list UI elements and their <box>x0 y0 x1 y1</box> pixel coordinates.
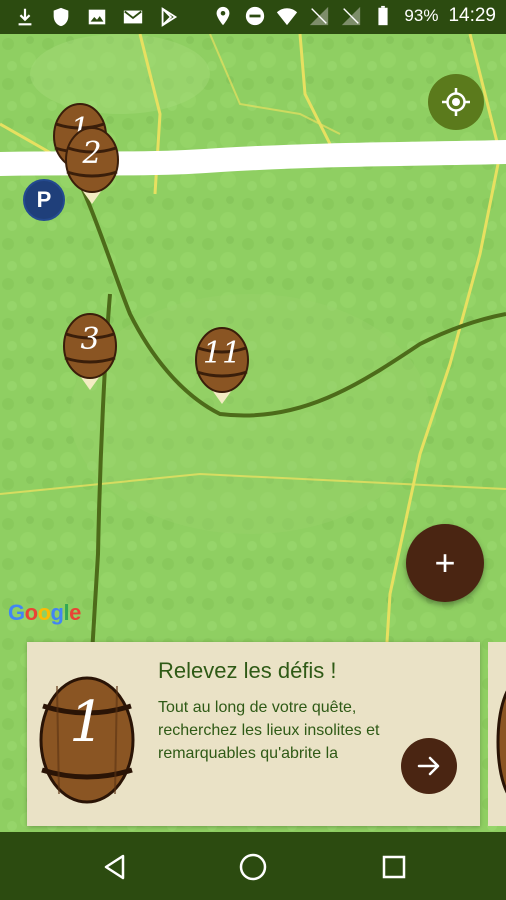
marker-number: 3 <box>80 322 100 357</box>
home-circle-icon <box>239 853 267 881</box>
map-marker[interactable]: 2 <box>60 126 124 206</box>
crosshair-icon <box>442 88 470 116</box>
add-button[interactable]: + <box>406 524 484 602</box>
card-description: Tout au long de votre quête, recherchez … <box>158 699 380 762</box>
recents-button[interactable] <box>377 850 411 884</box>
my-location-button[interactable] <box>428 74 484 130</box>
card-title: Relevez les défis ! <box>158 658 337 683</box>
recents-square-icon <box>382 855 406 879</box>
battery-percent: 93% <box>404 6 439 25</box>
card-barrel-number: 1 <box>69 690 105 755</box>
wifi-icon <box>277 8 298 26</box>
download-icon <box>18 8 32 26</box>
signal-icon <box>342 6 361 26</box>
next-card-peek[interactable] <box>488 642 506 826</box>
battery-icon <box>378 5 389 26</box>
do-not-disturb-icon <box>246 6 265 26</box>
marker-number: 11 <box>202 336 242 371</box>
map-marker[interactable]: 3 <box>58 312 122 392</box>
parking-marker[interactable]: P <box>23 179 65 221</box>
shield-icon <box>53 7 69 27</box>
location-icon <box>217 6 230 26</box>
arrow-right-icon <box>417 756 440 776</box>
mail-icon <box>123 10 143 24</box>
image-icon <box>88 9 106 25</box>
navigation-bar <box>0 832 506 900</box>
barrel-icon <box>496 690 506 794</box>
map-marker[interactable]: 11 <box>190 326 254 406</box>
challenge-card[interactable]: 1 Relevez les défis ! Tout au long de vo… <box>27 642 480 826</box>
back-triangle-icon <box>104 854 125 880</box>
clock: 14:29 <box>448 5 496 26</box>
next-button[interactable] <box>401 738 457 794</box>
play-store-icon <box>161 7 178 27</box>
signal-icon <box>310 6 329 26</box>
back-button[interactable] <box>98 850 132 884</box>
marker-number: 2 <box>82 136 102 171</box>
google-logo: Google <box>8 600 81 625</box>
status-bar: 93% 14:29 <box>0 0 506 34</box>
home-button[interactable] <box>236 850 270 884</box>
